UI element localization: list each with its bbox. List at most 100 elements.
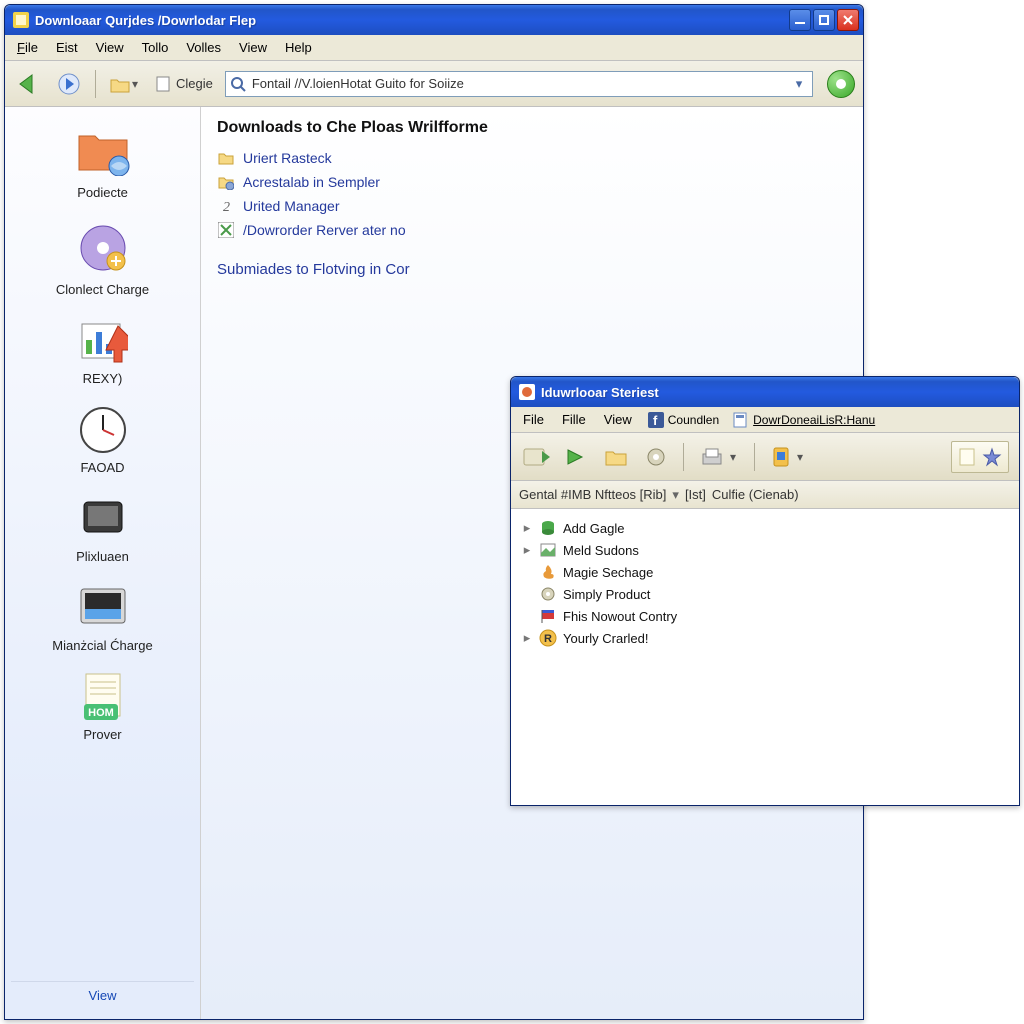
folder-world-icon xyxy=(73,121,133,181)
clegie-label-group[interactable]: Clegie xyxy=(156,76,213,92)
tb2-apps[interactable]: ▾ xyxy=(767,444,809,470)
tree-item[interactable]: ▸ Meld Sudons xyxy=(521,539,1009,561)
svg-text:f: f xyxy=(653,413,658,428)
minimize-button[interactable] xyxy=(789,9,811,31)
sidebar-item-prover[interactable]: HOM Prover xyxy=(11,667,194,752)
window-title-secondary: Iduwrlooar Steriest xyxy=(541,385,1015,400)
sidebar-label: REXY) xyxy=(83,371,123,386)
svg-text:2: 2 xyxy=(223,200,230,214)
app-icon-secondary xyxy=(519,384,535,400)
crumb-a[interactable]: Gental #IMB Nftteos [Rib] xyxy=(519,487,666,502)
menu-tollo[interactable]: Tollo xyxy=(134,38,177,57)
crumb-c[interactable]: Culfie (Cienab) xyxy=(712,487,799,502)
sidebar-label: Mianżcial Ćharge xyxy=(52,638,152,653)
link-acrestalab[interactable]: Acrestalab in Sempler xyxy=(217,173,847,191)
maximize-button[interactable] xyxy=(813,9,835,31)
disc-icon xyxy=(73,218,133,278)
toolbar-divider xyxy=(95,70,96,98)
menu-view[interactable]: View xyxy=(88,38,132,57)
tb2-settings[interactable] xyxy=(641,442,671,472)
menu-view2[interactable]: View xyxy=(231,38,275,57)
forward-button[interactable] xyxy=(53,68,85,100)
menu-eist[interactable]: Eist xyxy=(48,38,86,57)
sidebar-footer-view[interactable]: View xyxy=(11,981,194,1009)
link-label: Acrestalab in Sempler xyxy=(243,174,380,190)
menu2-coundlen[interactable]: f Coundlen xyxy=(642,410,725,430)
close-button[interactable] xyxy=(837,9,859,31)
page-icon xyxy=(733,412,749,428)
menu2-view[interactable]: View xyxy=(596,410,640,429)
sidebar-item-clonlect[interactable]: Clonlect Charge xyxy=(11,214,194,307)
menu2-dowrdoneal[interactable]: DowrDoneaiLisR:Hanu xyxy=(727,410,881,430)
menu2-coundlen-label: Coundlen xyxy=(668,413,719,427)
menu2-fille[interactable]: Fille xyxy=(554,410,594,429)
address-bar[interactable]: Fontail //V.loienHotat Guito for Soiize … xyxy=(225,71,813,97)
link-label: /Dowrorder Rerver ater no xyxy=(243,222,406,238)
page-icon xyxy=(156,76,172,92)
breadcrumb-bar: Gental #IMB Nftteos [Rib] ▾ [Ist] Culfie… xyxy=(511,481,1019,509)
link-dowrorder[interactable]: /Dowrorder Rerver ater no xyxy=(217,221,847,239)
chevron-down-icon[interactable]: ▾ xyxy=(672,487,679,503)
menu2-file[interactable]: File xyxy=(515,410,552,429)
address-dropdown-icon[interactable]: ▾ xyxy=(790,76,808,92)
chevron-down-icon: ▾ xyxy=(795,452,805,462)
tree-item[interactable]: ▸ R Yourly Crarled! xyxy=(521,627,1009,649)
chevron-down-icon: ▾ xyxy=(728,452,738,462)
tree-item[interactable]: Simply Product xyxy=(521,583,1009,605)
page-icon xyxy=(958,447,976,467)
sidebar-item-faoad[interactable]: FAOAD xyxy=(11,400,194,485)
menubar-secondary: File Fille View f Coundlen DowrDoneaiLis… xyxy=(511,407,1019,433)
back-button[interactable] xyxy=(13,68,45,100)
sidebar-item-rexy[interactable]: REXY) xyxy=(11,311,194,396)
sidebar-label: Prover xyxy=(83,727,121,742)
link-uriert[interactable]: Uriert Rasteck xyxy=(217,149,847,167)
device-icon xyxy=(77,493,129,545)
facebook-icon: f xyxy=(648,412,664,428)
sidebar-item-plixluaen[interactable]: Plixluaen xyxy=(11,489,194,574)
tree-item[interactable]: Fhis Nowout Contry xyxy=(521,605,1009,627)
link-urited-manager[interactable]: 2 Urited Manager xyxy=(217,197,847,215)
sidebar-item-mianzcial[interactable]: Mianżcial Ćharge xyxy=(11,578,194,663)
menubar-main: File Eist View Tollo Volles View Help xyxy=(5,35,863,61)
address-text: Fontail //V.loienHotat Guito for Soiize xyxy=(252,76,464,91)
expand-icon[interactable]: ▸ xyxy=(521,520,533,536)
expand-icon[interactable]: ▸ xyxy=(521,542,533,558)
tb2-favorites[interactable] xyxy=(951,441,1009,473)
folder-small-icon xyxy=(217,149,235,167)
svg-text:HOM: HOM xyxy=(88,707,114,719)
sidebar-label: Podiecte xyxy=(77,185,128,200)
app-badge-icon xyxy=(217,221,235,239)
folder-gear-icon xyxy=(217,173,235,191)
page-heading: Downloads to Che Ploas Wrilfforme xyxy=(217,119,847,137)
document-hom-icon: HOM xyxy=(77,671,129,723)
tree-item[interactable]: ▸ Add Gagle xyxy=(521,517,1009,539)
sidebar-label: Clonlect Charge xyxy=(56,282,149,297)
tb2-folder[interactable] xyxy=(601,442,631,472)
tb2-back[interactable] xyxy=(521,442,551,472)
titlebar-main[interactable]: Downloaar Qurjdes /Dowrlodar Flep xyxy=(5,5,863,35)
chevron-down-icon: ▾ xyxy=(130,79,140,89)
app-icon xyxy=(13,12,29,28)
sidebar-item-podiecte[interactable]: Podiecte xyxy=(11,117,194,210)
monitor-icon xyxy=(77,582,129,634)
menu-volles[interactable]: Volles xyxy=(178,38,229,57)
clock-icon xyxy=(77,404,129,456)
menu-help[interactable]: Help xyxy=(277,38,320,57)
crumb-b[interactable]: [Ist] xyxy=(685,487,706,502)
tb2-print[interactable]: ▾ xyxy=(696,444,742,470)
chart-down-icon xyxy=(77,315,129,367)
tree-label: Magie Sechage xyxy=(563,565,653,580)
toolbar-main: ▾ Clegie Fontail //V.loienHotat Guito fo… xyxy=(5,61,863,107)
window-title: Downloaar Qurjdes /Dowrlodar Flep xyxy=(35,13,789,28)
go-button[interactable] xyxy=(827,70,855,98)
clegie-label: Clegie xyxy=(176,76,213,91)
star-icon xyxy=(982,447,1002,467)
tb2-forward[interactable] xyxy=(561,442,591,472)
titlebar-secondary[interactable]: Iduwrlooar Steriest xyxy=(511,377,1019,407)
number-icon: 2 xyxy=(217,197,235,215)
folders-button[interactable]: ▾ xyxy=(106,74,144,94)
tree-item[interactable]: Magie Sechage xyxy=(521,561,1009,583)
expand-icon[interactable]: ▸ xyxy=(521,630,533,646)
search-icon xyxy=(230,76,246,92)
menu-file[interactable]: File xyxy=(9,38,46,57)
